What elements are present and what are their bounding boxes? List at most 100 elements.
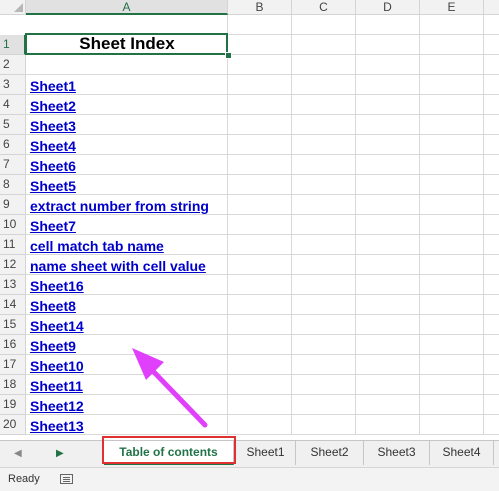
grid-cell[interactable]	[420, 135, 484, 155]
grid-cell[interactable]	[292, 215, 356, 235]
grid-cell[interactable]	[356, 55, 420, 75]
grid-cell[interactable]	[484, 95, 499, 115]
grid-cell[interactable]	[292, 75, 356, 95]
sheet-link[interactable]: Sheet12	[30, 397, 84, 417]
grid-cell[interactable]	[292, 335, 356, 355]
grid-cell[interactable]	[228, 295, 292, 315]
grid-cell[interactable]	[484, 255, 499, 275]
grid-cell[interactable]	[356, 115, 420, 135]
grid-cell[interactable]	[356, 295, 420, 315]
row-header[interactable]: 17	[0, 355, 26, 375]
grid-cell[interactable]	[228, 375, 292, 395]
grid-cell[interactable]	[484, 375, 499, 395]
grid-cell[interactable]	[484, 155, 499, 175]
grid-cell[interactable]	[292, 395, 356, 415]
grid-cell[interactable]	[228, 35, 292, 55]
grid-cell[interactable]	[292, 255, 356, 275]
grid-cell[interactable]	[292, 295, 356, 315]
grid-cell[interactable]	[356, 15, 420, 35]
grid-cell[interactable]	[228, 335, 292, 355]
row-header[interactable]: 7	[0, 155, 26, 175]
sheet-link[interactable]: Sheet5	[30, 177, 76, 197]
grid-cell[interactable]	[484, 275, 499, 295]
sheet-link[interactable]: Sheet16	[30, 277, 84, 297]
select-all-corner[interactable]	[0, 0, 26, 15]
grid-cell[interactable]	[228, 175, 292, 195]
grid-cell[interactable]	[292, 275, 356, 295]
sheet-link[interactable]: extract number from string	[30, 197, 209, 217]
sheet-link[interactable]: Sheet4	[30, 137, 76, 157]
grid-cell[interactable]	[292, 195, 356, 215]
grid-cell[interactable]	[356, 35, 420, 55]
grid-cell[interactable]	[356, 415, 420, 435]
grid-cell[interactable]	[228, 55, 292, 75]
grid-cell[interactable]	[484, 355, 499, 375]
row-header[interactable]: 4	[0, 95, 26, 115]
grid-cell[interactable]	[228, 255, 292, 275]
grid-cell[interactable]	[356, 155, 420, 175]
grid-cell[interactable]	[292, 415, 356, 435]
grid-cell[interactable]	[292, 355, 356, 375]
row-header[interactable]: 11	[0, 235, 26, 255]
grid-cell[interactable]	[26, 55, 228, 75]
grid-cell[interactable]	[420, 375, 484, 395]
row-header[interactable]: 8	[0, 175, 26, 195]
tab-scroll-right-icon[interactable]: ▶	[56, 448, 64, 459]
grid-cell[interactable]	[420, 295, 484, 315]
grid-cell[interactable]	[228, 415, 292, 435]
grid-cell[interactable]	[484, 195, 499, 215]
grid-cell[interactable]	[420, 55, 484, 75]
row-header[interactable]: 13	[0, 275, 26, 295]
sheet-link[interactable]: Sheet14	[30, 317, 84, 337]
sheet-link[interactable]: Sheet11	[30, 377, 83, 397]
row-header[interactable]: 12	[0, 255, 26, 275]
grid-cell[interactable]	[356, 235, 420, 255]
grid-cell[interactable]	[356, 135, 420, 155]
grid-cell[interactable]	[484, 335, 499, 355]
grid-cell[interactable]	[228, 395, 292, 415]
grid-cell[interactable]	[484, 55, 499, 75]
row-header[interactable]: 6	[0, 135, 26, 155]
grid-cell[interactable]	[228, 115, 292, 135]
row-header[interactable]: 16	[0, 335, 26, 355]
grid-cell[interactable]	[484, 235, 499, 255]
worksheet-grid[interactable]: A B C D E 1 2 3 4 5 6 7 8 9 10 11 12 13 …	[0, 0, 499, 440]
grid-cell[interactable]	[420, 15, 484, 35]
grid-cell[interactable]	[228, 15, 292, 35]
row-header[interactable]: 1	[0, 35, 26, 55]
grid-cell[interactable]	[292, 95, 356, 115]
tab-scroll-left-icon[interactable]: ◀	[14, 448, 22, 459]
grid-cell[interactable]	[420, 355, 484, 375]
row-header[interactable]: 9	[0, 195, 26, 215]
grid-cell[interactable]	[420, 175, 484, 195]
row-header[interactable]: 15	[0, 315, 26, 335]
grid-cell[interactable]	[420, 275, 484, 295]
column-header-e[interactable]: E	[420, 0, 484, 15]
grid-cell[interactable]	[484, 295, 499, 315]
grid-cell[interactable]	[420, 115, 484, 135]
grid-cell[interactable]	[228, 275, 292, 295]
grid-cell[interactable]	[420, 395, 484, 415]
grid-cell[interactable]	[292, 55, 356, 75]
sheet-link[interactable]: Sheet13	[30, 417, 84, 437]
row-header[interactable]: 2	[0, 55, 26, 75]
grid-cell[interactable]	[228, 195, 292, 215]
grid-cell[interactable]	[228, 135, 292, 155]
sheet-link[interactable]: Sheet1	[30, 77, 76, 97]
grid-cell[interactable]	[420, 215, 484, 235]
row-header[interactable]: 3	[0, 75, 26, 95]
grid-cell[interactable]	[420, 155, 484, 175]
grid-cell[interactable]	[228, 155, 292, 175]
tab-sheet1[interactable]: Sheet1	[236, 441, 296, 465]
row-header[interactable]: 20	[0, 415, 26, 435]
grid-cell[interactable]	[292, 235, 356, 255]
column-header-b[interactable]: B	[228, 0, 292, 15]
row-header[interactable]: 14	[0, 295, 26, 315]
grid-cell[interactable]	[420, 35, 484, 55]
sheet-link[interactable]: Sheet10	[30, 357, 84, 377]
column-header-d[interactable]: D	[356, 0, 420, 15]
grid-cell[interactable]	[356, 75, 420, 95]
grid-cell[interactable]	[420, 195, 484, 215]
grid-cell[interactable]	[228, 95, 292, 115]
grid-cell[interactable]	[228, 75, 292, 95]
